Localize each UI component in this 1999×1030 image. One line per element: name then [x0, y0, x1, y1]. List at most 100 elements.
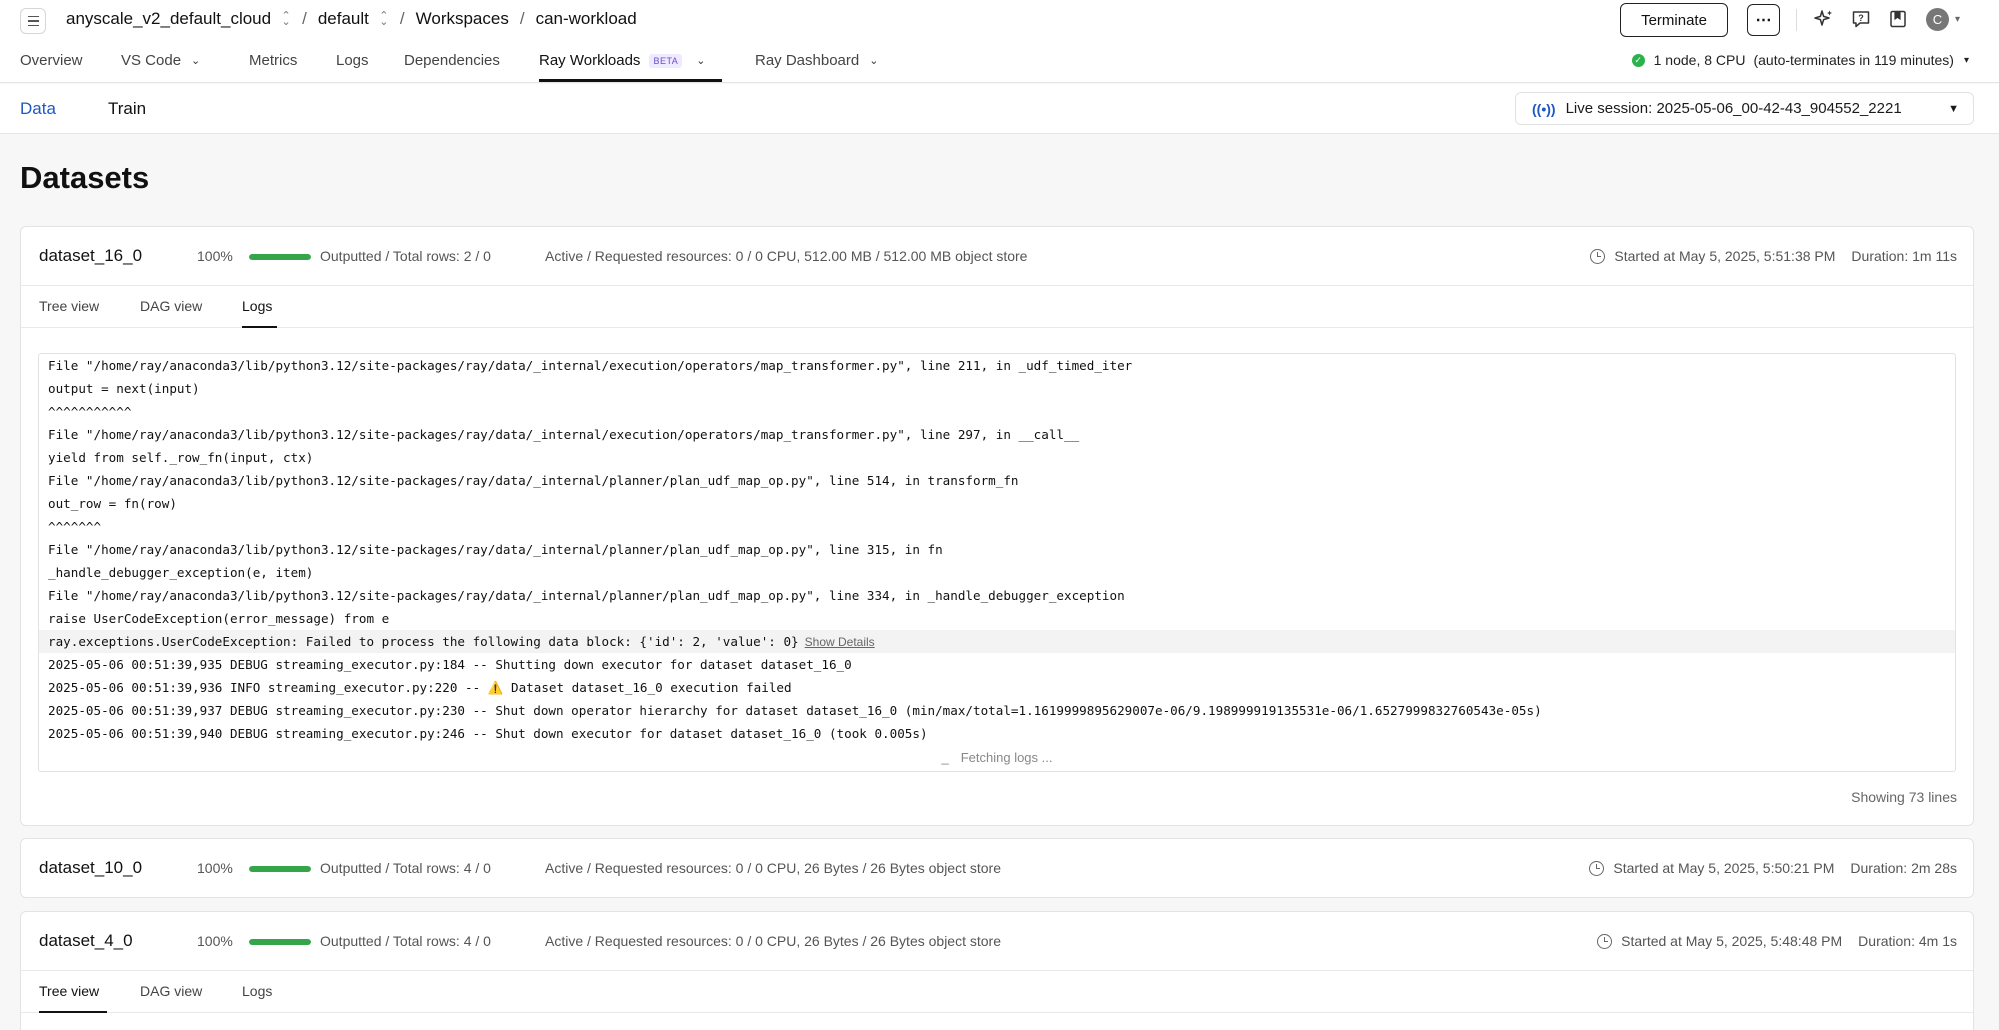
tab-ray-workloads[interactable]: Ray Workloads BETA ⌄ — [539, 52, 706, 69]
menu-icon[interactable] — [20, 8, 46, 34]
user-avatar[interactable]: C — [1926, 8, 1949, 31]
duration: Duration: 1m 11s — [1851, 248, 1957, 264]
clock-icon — [1589, 860, 1605, 876]
chevron-down-icon: ⌄ — [869, 55, 879, 67]
cluster-status[interactable]: ✓ 1 node, 8 CPU (auto-terminates in 119 … — [1631, 52, 1969, 68]
page-title: Datasets — [20, 160, 150, 195]
breadcrumb: anyscale_v2_default_cloud ⌃ ⌄ / default ⌃… — [66, 9, 637, 29]
tab-dag-view[interactable]: DAG view — [140, 298, 202, 314]
log-line: File "/home/ray/anaconda3/lib/python3.12… — [48, 427, 1080, 442]
more-options-button[interactable]: ⋯ — [1747, 4, 1780, 36]
chevron-down-icon: ⌄ — [696, 55, 706, 67]
tab-metrics[interactable]: Metrics — [249, 52, 297, 69]
breadcrumb-separator: / — [302, 9, 307, 28]
tab-logs[interactable]: Logs — [336, 52, 369, 69]
resources-info: Active / Requested resources: 0 / 0 CPU,… — [545, 248, 1028, 264]
fetching-logs-indicator: _ Fetching logs ... — [39, 750, 1955, 765]
log-line: 2025-05-06 00:51:39,935 DEBUG streaming_… — [48, 657, 852, 672]
tab-label: Ray Workloads — [539, 52, 641, 69]
cloud-switcher-icon[interactable]: ⌃ ⌄ — [281, 11, 291, 28]
breadcrumb-separator: / — [399, 9, 405, 28]
tab-overview[interactable]: Overview — [20, 52, 83, 69]
log-line: 2025-05-06 00:51:39,940 DEBUG streaming_… — [48, 726, 928, 741]
auto-terminate-text: (auto-terminates in 119 minutes) — [1753, 52, 1954, 68]
tab-logs[interactable]: Logs — [242, 983, 272, 999]
sparkle-icon[interactable] — [1814, 9, 1834, 29]
duration: Duration: 2m 28s — [1850, 860, 1957, 876]
beta-badge: BETA — [649, 53, 683, 68]
error-text: ray.exceptions.UserCodeException: Failed… — [48, 634, 799, 649]
breadcrumb-separator: / — [519, 9, 525, 28]
broadcast-icon: ((•)) — [1532, 100, 1556, 117]
tab-label: Metrics — [249, 52, 298, 69]
docs-icon[interactable] — [1888, 9, 1908, 29]
rows-count: Outputted / Total rows: 4 / 0 — [320, 860, 491, 876]
log-line-error: ray.exceptions.UserCodeException: Failed… — [39, 630, 1955, 653]
log-line-count: Showing 73 lines — [1851, 789, 1957, 805]
clock-icon — [1597, 933, 1613, 949]
tab-data[interactable]: Data — [20, 99, 56, 119]
tab-logs[interactable]: Logs — [242, 298, 272, 314]
tab-tree-view[interactable]: Tree view — [39, 983, 99, 999]
tab-label: Ray Dashboard — [755, 52, 860, 69]
fetching-label: Fetching logs ... — [960, 750, 1053, 765]
tab-train[interactable]: Train — [108, 99, 146, 119]
dataset-card: dataset_10_0 100% Outputted / Total rows… — [20, 838, 1974, 898]
log-line: File "/home/ray/anaconda3/lib/python3.12… — [48, 473, 1019, 488]
terminate-button[interactable]: Terminate — [1620, 3, 1728, 37]
progress-fill — [249, 939, 311, 945]
resources-info: Active / Requested resources: 0 / 0 CPU,… — [545, 933, 1001, 949]
progress-bar — [249, 254, 311, 260]
log-line: File "/home/ray/anaconda3/lib/python3.12… — [48, 358, 1133, 373]
tab-dag-view[interactable]: DAG view — [140, 983, 202, 999]
timing-info: Started at May 5, 2025, 5:50:21 PM Durat… — [1589, 860, 1957, 876]
resources-info: Active / Requested resources: 0 / 0 CPU,… — [545, 860, 1001, 876]
log-line: _handle_debugger_exception(e, item) — [48, 565, 314, 580]
spinner-icon: _ — [941, 750, 949, 765]
rows-count: Outputted / Total rows: 4 / 0 — [320, 933, 491, 949]
log-line: out_row = fn(row) — [48, 496, 177, 511]
breadcrumb-workspace-name: can-workload — [535, 9, 637, 28]
dataset-header[interactable]: dataset_10_0 100% Outputted / Total rows… — [21, 839, 1973, 897]
tab-vscode[interactable]: VS Code ⌄ — [121, 52, 200, 69]
dataset-name: dataset_10_0 — [39, 858, 143, 877]
tab-dependencies[interactable]: Dependencies — [404, 52, 500, 69]
tab-label: Dependencies — [404, 52, 500, 69]
chevron-down-icon[interactable]: ▾ — [1955, 14, 1960, 25]
dataset-name: dataset_16_0 — [39, 246, 143, 265]
tab-label: Overview — [20, 52, 83, 69]
live-session-select[interactable]: ((•)) Live session: 2025-05-06_00-42-43_… — [1515, 92, 1974, 125]
dataset-name: dataset_4_0 — [39, 931, 133, 950]
progress-fill — [249, 254, 311, 260]
breadcrumb-cloud[interactable]: anyscale_v2_default_cloud — [66, 9, 271, 29]
cluster-size: 1 node, 8 CPU — [1653, 52, 1746, 68]
project-switcher-icon[interactable]: ⌃ ⌄ — [379, 11, 389, 28]
help-icon[interactable]: ? — [1851, 9, 1871, 29]
chevron-down-icon: ▼ — [1948, 103, 1959, 115]
dataset-header[interactable]: dataset_4_0 100% Outputted / Total rows:… — [21, 912, 1973, 970]
log-line: File "/home/ray/anaconda3/lib/python3.12… — [48, 588, 1125, 603]
tab-label: VS Code — [121, 52, 182, 69]
dataset-view-tabs: Tree view DAG view Logs — [21, 285, 1973, 328]
tab-tree-view[interactable]: Tree view — [39, 298, 99, 314]
active-tab-indicator — [539, 79, 722, 82]
progress-fill — [249, 866, 311, 872]
show-details-link[interactable]: Show Details — [805, 635, 875, 649]
log-line: ^^^^^^^^^^^ — [48, 404, 132, 419]
dataset-header[interactable]: dataset_16_0 100% Outputted / Total rows… — [21, 227, 1973, 285]
log-line: yield from self._row_fn(input, ctx) — [48, 450, 314, 465]
progress-percent: 100% — [197, 860, 233, 876]
started-at: Started at May 5, 2025, 5:48:48 PM — [1621, 933, 1843, 949]
breadcrumb-project[interactable]: default — [318, 9, 369, 29]
tab-ray-dashboard[interactable]: Ray Dashboard ⌄ — [755, 52, 878, 69]
timing-info: Started at May 5, 2025, 5:48:48 PM Durat… — [1597, 933, 1957, 949]
started-at: Started at May 5, 2025, 5:50:21 PM — [1613, 860, 1835, 876]
log-viewer[interactable]: File "/home/ray/anaconda3/lib/python3.12… — [38, 353, 1956, 772]
active-tab-indicator — [39, 1011, 107, 1013]
dataset-view-tabs: Tree view DAG view Logs — [21, 970, 1973, 1013]
breadcrumb-workspaces[interactable]: Workspaces — [416, 9, 509, 29]
workload-type-bar: Data Train ((•)) Live session: 2025-05-0… — [0, 84, 1999, 134]
header-row: anyscale_v2_default_cloud ⌃ ⌄ / default ⌃… — [0, 0, 1999, 40]
dataset-card: dataset_4_0 100% Outputted / Total rows:… — [20, 911, 1974, 1030]
log-line: 2025-05-06 00:51:39,936 INFO streaming_e… — [48, 680, 792, 695]
